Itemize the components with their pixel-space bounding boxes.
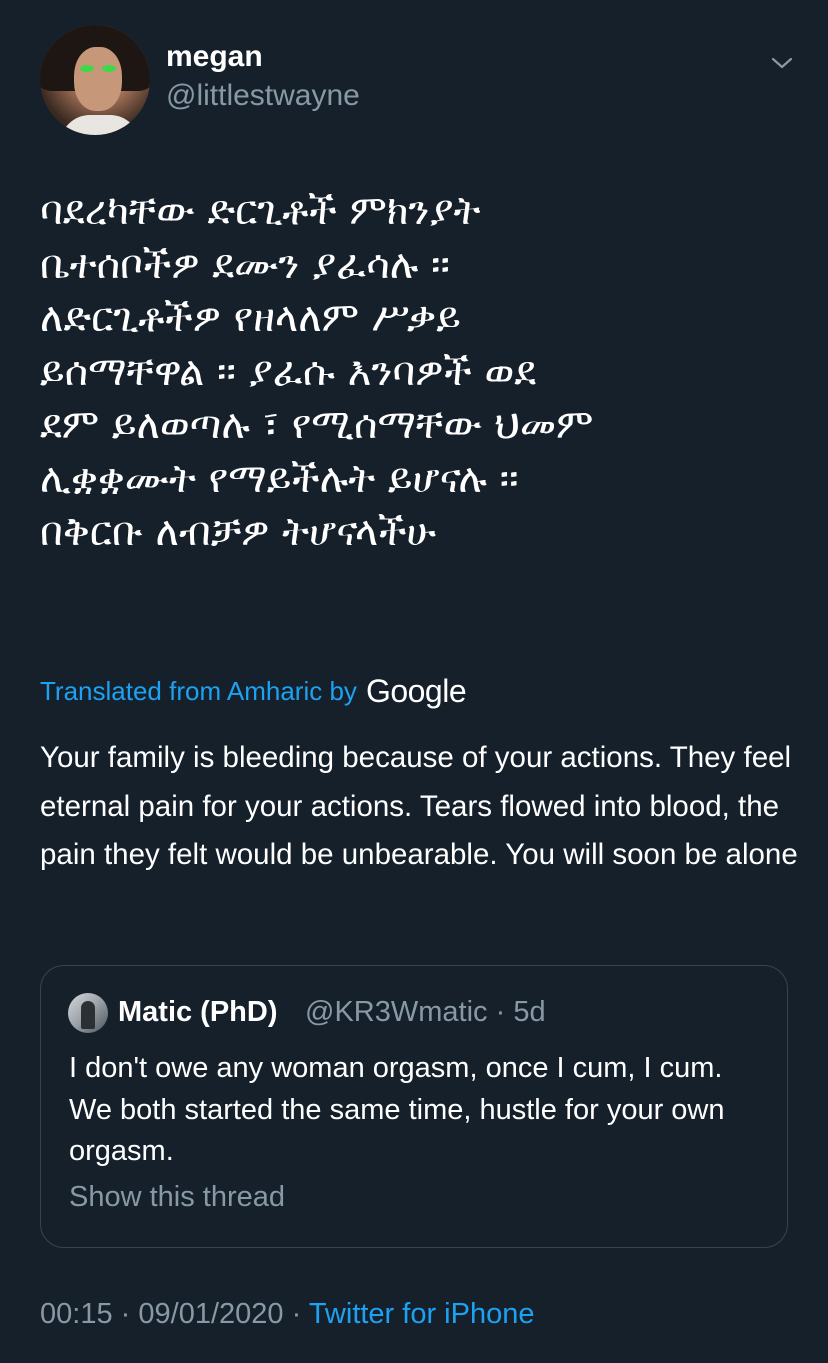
chevron-down-icon[interactable] bbox=[770, 51, 794, 75]
footer-separator-1: · bbox=[120, 1298, 131, 1330]
avatar[interactable] bbox=[40, 25, 150, 135]
tweet-source-link[interactable]: Twitter for iPhone bbox=[309, 1298, 535, 1330]
quoted-author-name: Matic (PhD) bbox=[118, 996, 278, 1028]
tweet-original-text: ባደረካቸው ድርጊቶች ምክንያት ቤተሰቦችዎ ደሙን ያፈሳሉ ፡፡ ለድ… bbox=[40, 188, 594, 555]
quoted-time: 5d bbox=[513, 996, 546, 1028]
quoted-author-handle: @KR3Wmatic bbox=[305, 996, 488, 1028]
quoted-tweet-text: I don't owe any woman orgasm, once I cum… bbox=[69, 1052, 725, 1167]
quoted-meta: @KR3Wmatic · 5d bbox=[305, 996, 546, 1029]
quoted-avatar bbox=[68, 993, 108, 1033]
tweet-translation-text: Your family is bleeding because of your … bbox=[40, 741, 798, 871]
google-logo: Google bbox=[365, 672, 467, 709]
tweet-footer: 00:15 · 09/01/2020 · Twitter for iPhone bbox=[40, 1298, 534, 1331]
translation-attribution: Translated from Amharic by Google bbox=[40, 672, 467, 710]
quoted-avatar-figure bbox=[81, 1001, 95, 1029]
avatar-eyeshadow-right bbox=[102, 65, 116, 72]
show-thread-link[interactable]: Show this thread bbox=[69, 1181, 285, 1214]
quoted-meta-separator: · bbox=[495, 996, 506, 1028]
quoted-tweet-card[interactable]: Matic (PhD) @KR3Wmatic · 5d I don't owe … bbox=[40, 965, 788, 1248]
translated-from-link[interactable]: Translated from Amharic by bbox=[40, 676, 357, 707]
tweet-time: 00:15 bbox=[40, 1298, 113, 1330]
tweet-header: megan @littlestwayne bbox=[40, 25, 800, 135]
footer-separator-2: · bbox=[291, 1298, 302, 1330]
author-name[interactable]: megan bbox=[166, 40, 263, 74]
avatar-eyeshadow-left bbox=[80, 65, 94, 72]
tweet-date: 09/01/2020 bbox=[138, 1298, 284, 1330]
author-handle[interactable]: @littlestwayne bbox=[166, 79, 360, 113]
avatar-shirt bbox=[60, 115, 140, 135]
avatar-face bbox=[74, 47, 122, 111]
